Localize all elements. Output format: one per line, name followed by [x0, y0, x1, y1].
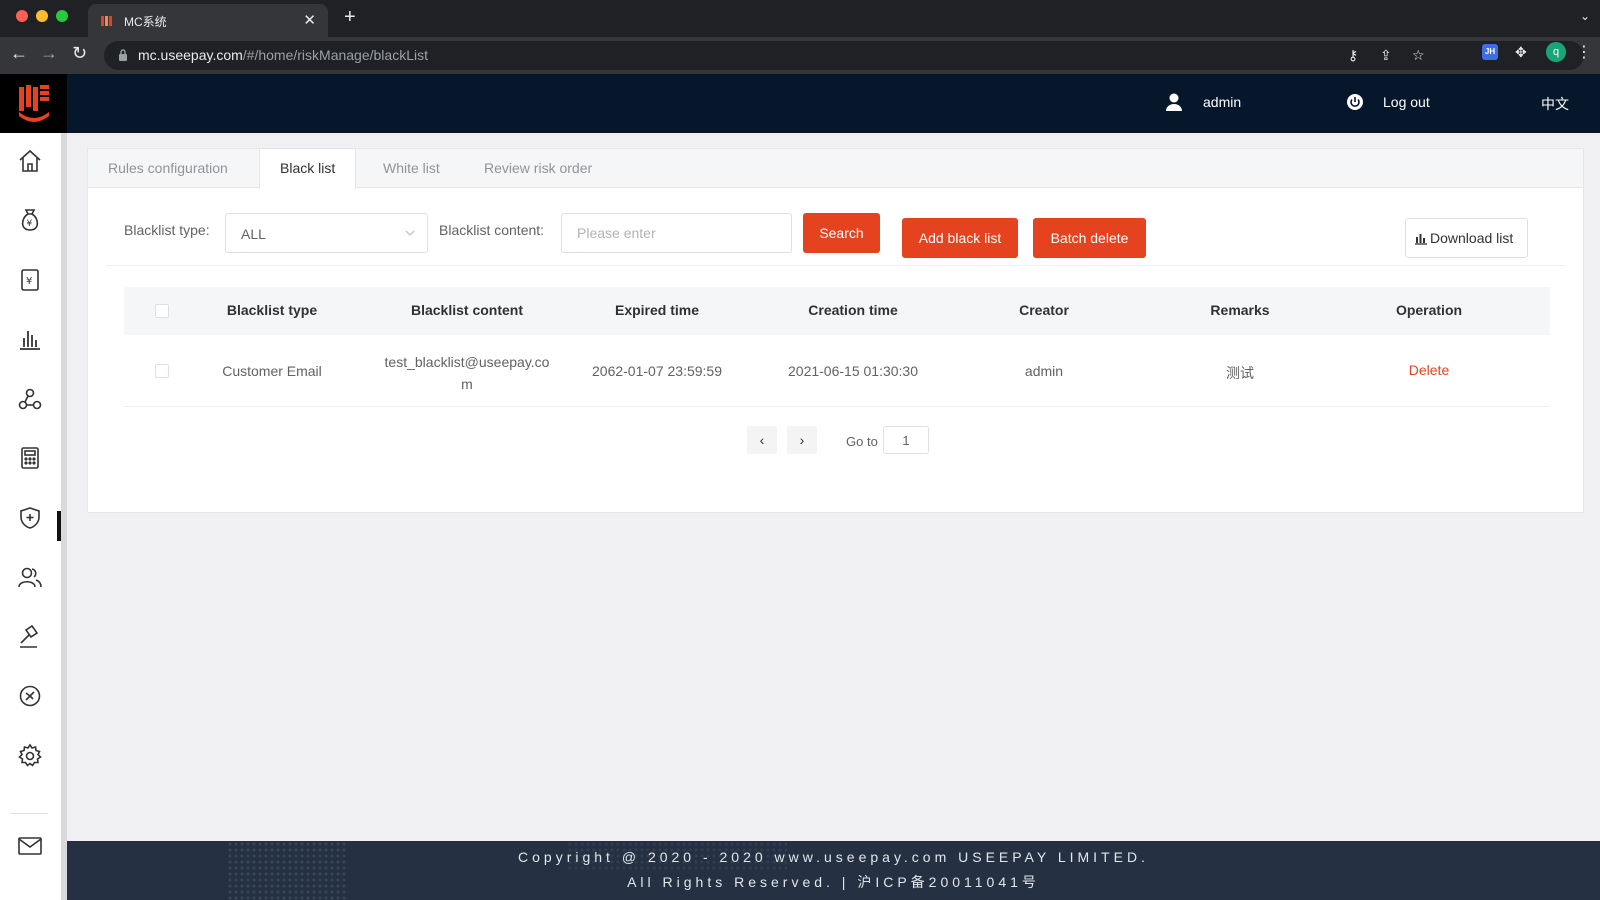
blacklist-content-label: Blacklist content: [439, 222, 545, 238]
reload-icon[interactable]: ↻ [72, 43, 87, 64]
address-bar[interactable]: mc.useepay.com/#/home/riskManage/blackLi… [104, 41, 1584, 70]
row-checkbox[interactable] [155, 364, 169, 378]
browser-tabstrip: MC系统 ✕ + ⌄ [0, 0, 1600, 37]
user-icon [1166, 93, 1182, 111]
prev-page-button[interactable]: ‹ [747, 426, 777, 454]
table-row: Customer Email test_blacklist@useepay.co… [124, 335, 1550, 407]
key-icon[interactable]: ⚷ [1348, 47, 1358, 64]
profile-avatar[interactable]: q [1546, 42, 1566, 62]
col-creation-time: Creation time [808, 302, 898, 318]
chevron-down-icon [405, 230, 415, 236]
logout-link[interactable]: Log out [1383, 94, 1430, 110]
calculator-icon[interactable] [17, 445, 43, 471]
cell-blacklist-content-line1: test_blacklist@useepay.co [384, 354, 550, 370]
useepay-logo[interactable] [0, 74, 67, 133]
gavel-icon[interactable] [17, 624, 43, 650]
col-blacklist-content: Blacklist content [410, 302, 524, 318]
url-text: mc.useepay.com/#/home/riskManage/blackLi… [138, 47, 428, 63]
tab-rules-configuration[interactable]: Rules configuration [88, 149, 248, 188]
browser-tab[interactable]: MC系统 ✕ [88, 4, 328, 37]
extension-jh-icon[interactable]: JH [1482, 44, 1498, 60]
extensions-puzzle-icon[interactable]: ✥ [1515, 44, 1527, 61]
col-remarks: Remarks [1210, 302, 1270, 318]
goto-label: Go to [846, 434, 878, 449]
users-icon[interactable] [17, 564, 43, 590]
shield-icon[interactable] [17, 505, 43, 531]
zoom-window-button[interactable] [56, 10, 68, 22]
minimize-window-button[interactable] [36, 10, 48, 22]
browser-toolbar: ← → ↻ mc.useepay.com/#/home/riskManage/b… [0, 37, 1600, 74]
sidebar-active-indicator [57, 511, 61, 541]
blacklist-panel: Rules configuration Black list White lis… [87, 148, 1584, 513]
table-header: Blacklist type Blacklist content Expired… [124, 287, 1550, 335]
footer: Copyright @ 2020 - 2020 www.useepay.com … [67, 841, 1600, 900]
currency-icon[interactable]: ¥ [17, 267, 43, 293]
select-all-checkbox[interactable] [155, 304, 169, 318]
cell-creator: admin [1024, 363, 1064, 379]
gear-icon[interactable] [17, 743, 43, 769]
logo-mark-icon [19, 85, 49, 122]
language-switch[interactable]: 中文 [1541, 94, 1569, 114]
add-black-list-button[interactable]: Add black list [902, 218, 1018, 258]
no-fly-icon[interactable] [17, 683, 43, 709]
sidebar: ¥ ¥ [0, 133, 67, 900]
app-header: admin Log out 中文 [0, 74, 1600, 133]
chart-download-icon [1415, 234, 1427, 245]
next-page-button[interactable]: › [787, 426, 817, 454]
copyright-line: Copyright @ 2020 - 2020 www.useepay.com … [518, 849, 1149, 865]
lock-icon [119, 49, 127, 61]
close-tab-icon[interactable]: ✕ [303, 11, 316, 29]
search-button[interactable]: Search [803, 213, 880, 253]
svg-text:¥: ¥ [26, 276, 32, 287]
goto-page-input[interactable] [883, 426, 929, 454]
forward-icon[interactable]: → [40, 43, 58, 64]
cell-blacklist-type: Customer Email [222, 363, 322, 379]
favicon-icon [101, 16, 112, 26]
bookmark-star-icon[interactable]: ☆ [1412, 47, 1425, 64]
col-blacklist-type: Blacklist type [226, 302, 318, 318]
cell-blacklist-content: test_blacklist@useepay.co m [367, 351, 567, 395]
share-icon[interactable]: ⇪ [1380, 47, 1392, 64]
new-tab-button[interactable]: + [344, 6, 356, 29]
download-list-label: Download list [1430, 230, 1514, 246]
col-creator: Creator [1019, 302, 1069, 318]
tab-review-risk-order[interactable]: Review risk order [464, 149, 612, 188]
close-window-button[interactable] [16, 10, 28, 22]
browser-menu-icon[interactable]: ⋮ [1576, 42, 1592, 62]
back-icon[interactable]: ← [10, 43, 28, 64]
tab-black-list[interactable]: Black list [259, 149, 357, 189]
mail-icon[interactable] [17, 833, 43, 859]
tab-title: MC系统 [124, 15, 167, 29]
blacklist-type-value: ALL [241, 226, 266, 242]
batch-delete-button[interactable]: Batch delete [1033, 218, 1146, 258]
delete-link[interactable]: Delete [1364, 362, 1494, 378]
cell-blacklist-content-line2: m [461, 376, 473, 392]
download-list-button[interactable]: Download list [1405, 218, 1528, 258]
sidebar-divider [10, 813, 48, 814]
cell-expired-time: 2062-01-07 23:59:59 [592, 363, 722, 379]
blacklist-type-label: Blacklist type: [124, 222, 210, 238]
bar-chart-icon[interactable] [17, 326, 43, 352]
home-icon[interactable] [17, 148, 43, 174]
tab-white-list[interactable]: White list [363, 149, 460, 188]
cell-remarks: 测试 [1226, 365, 1254, 381]
col-operation: Operation [1395, 302, 1463, 318]
cell-creation-time: 2021-06-15 01:30:30 [788, 363, 918, 379]
svg-text:¥: ¥ [27, 219, 33, 229]
power-icon[interactable] [1346, 93, 1364, 111]
tab-bar: Rules configuration Black list White lis… [88, 149, 1583, 189]
blacklist-type-select[interactable]: ALL [225, 213, 428, 253]
money-bag-icon[interactable]: ¥ [17, 207, 43, 233]
filter-divider [106, 265, 1566, 266]
header-username[interactable]: admin [1203, 94, 1241, 110]
col-expired-time: Expired time [614, 302, 700, 318]
blacklist-content-input[interactable] [561, 213, 792, 253]
network-icon[interactable] [17, 386, 43, 412]
tab-search-icon[interactable]: ⌄ [1580, 9, 1590, 23]
rights-line: All Rights Reserved. | 沪ICP备20011041号 [627, 874, 1040, 890]
